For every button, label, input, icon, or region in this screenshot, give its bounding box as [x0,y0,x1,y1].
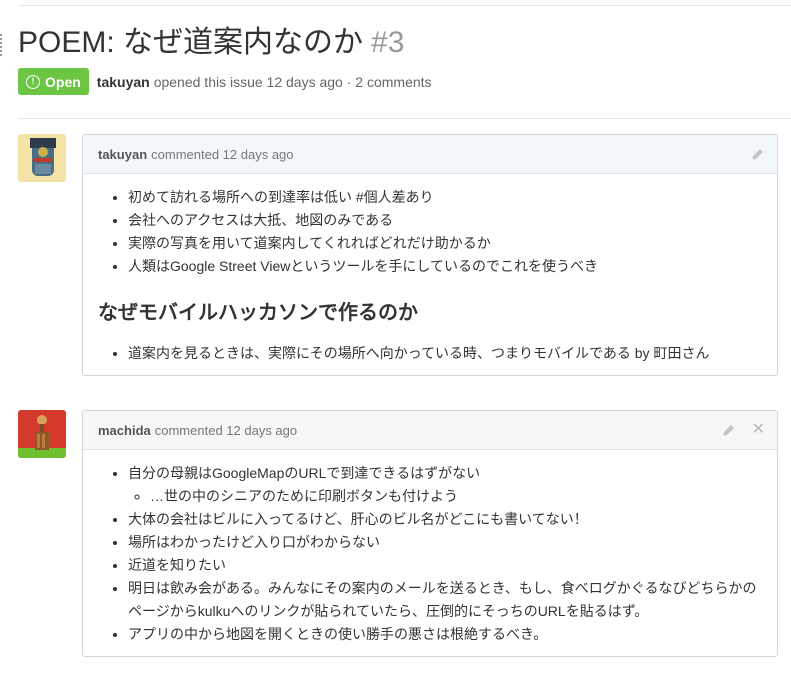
comment-meta[interactable]: commented 12 days ago [151,147,293,162]
issue-title: POEM: なぜ道案内なのか [18,26,364,59]
pencil-icon[interactable] [751,147,765,161]
list-item: 自分の母親はGoogleMapのURLで到達できるはずがない …世の中のシニアの… [128,462,762,508]
comment-header: machida commented 12 days ago ✕ [83,411,777,450]
pencil-icon[interactable] [722,423,736,437]
close-icon[interactable]: ✕ [752,422,765,438]
comment-actions [751,135,765,173]
comment-machida: machida commented 12 days ago ✕ 自分の母親はGo… [82,410,778,657]
identicon-avatar[interactable] [18,134,66,182]
list-item-text: 自分の母親はGoogleMapのURLで到達できるはずがない [128,465,481,481]
left-edge-marker [0,34,5,56]
list-item: 場所はわかったけど入り口がわからない [128,531,762,554]
comment-author-link[interactable]: takuyan [98,147,147,162]
list-item: 人類はGoogle Street Viewというツールを手にしているのでこれを使… [128,255,762,278]
state-badge: ! Open [18,68,89,95]
issue-meta: ! Open takuyan opened this issue 12 days… [18,68,432,95]
list-item: 道案内を見るときは、実際にその場所へ向かっている時、つまりモバイルである by … [128,342,762,365]
comment-body: 初めて訪れる場所への到達率は低い #個人差あり 会社へのアクセスは大抵、地図のみ… [83,174,777,375]
comment-meta[interactable]: commented 12 days ago [155,423,297,438]
list-item: 初めて訪れる場所への到達率は低い #個人差あり [128,186,762,209]
robot-avatar[interactable] [18,410,66,458]
issue-opened-icon: ! [26,74,40,89]
discussion-divider [18,118,791,119]
comment-list: 道案内を見るときは、実際にその場所へ向かっている時、つまりモバイルである by … [98,342,762,365]
issue-title-row: POEM: なぜ道案内なのか #3 [18,24,404,62]
list-item: 近道を知りたい [128,554,762,577]
comment-body: 自分の母親はGoogleMapのURLで到達できるはずがない …世の中のシニアの… [83,450,777,656]
issue-author-link[interactable]: takuyan [97,74,150,90]
nested-list: …世の中のシニアのために印刷ボタンも付けよう [128,485,762,508]
comment-list: 初めて訪れる場所への到達率は低い #個人差あり 会社へのアクセスは大抵、地図のみ… [98,186,762,278]
list-item: …世の中のシニアのために印刷ボタンも付けよう [150,485,762,508]
list-item: 会社へのアクセスは大抵、地図のみである [128,209,762,232]
issue-number: #3 [371,26,405,59]
comment-author-link[interactable]: machida [98,423,151,438]
list-item: 実際の写真を用いて道案内してくれればどれだけ助かるか [128,232,762,255]
list-item: 大体の会社はビルに入ってるけど、肝心のビル名がどこにも書いてない！ [128,508,762,531]
state-label: Open [45,73,81,90]
top-rule [18,5,791,6]
list-item: 明日は飲み会がある。みんなにその案内のメールを送るとき、もし、食べログかぐるなび… [128,577,762,623]
comment-list: 自分の母親はGoogleMapのURLで到達できるはずがない …世の中のシニアの… [98,462,762,646]
comment-takuyan: takuyan commented 12 days ago 初めて訪れる場所への… [82,134,778,376]
comment-actions: ✕ [722,411,765,449]
issue-meta-text: opened this issue 12 days ago · 2 commen… [153,73,432,90]
list-item: アプリの中から地図を開くときの使い勝手の悪さは根絶するべき。 [128,623,762,646]
comment-header: takuyan commented 12 days ago [83,135,777,174]
comment-heading: なぜモバイルハッカソンで作るのか [98,302,418,324]
